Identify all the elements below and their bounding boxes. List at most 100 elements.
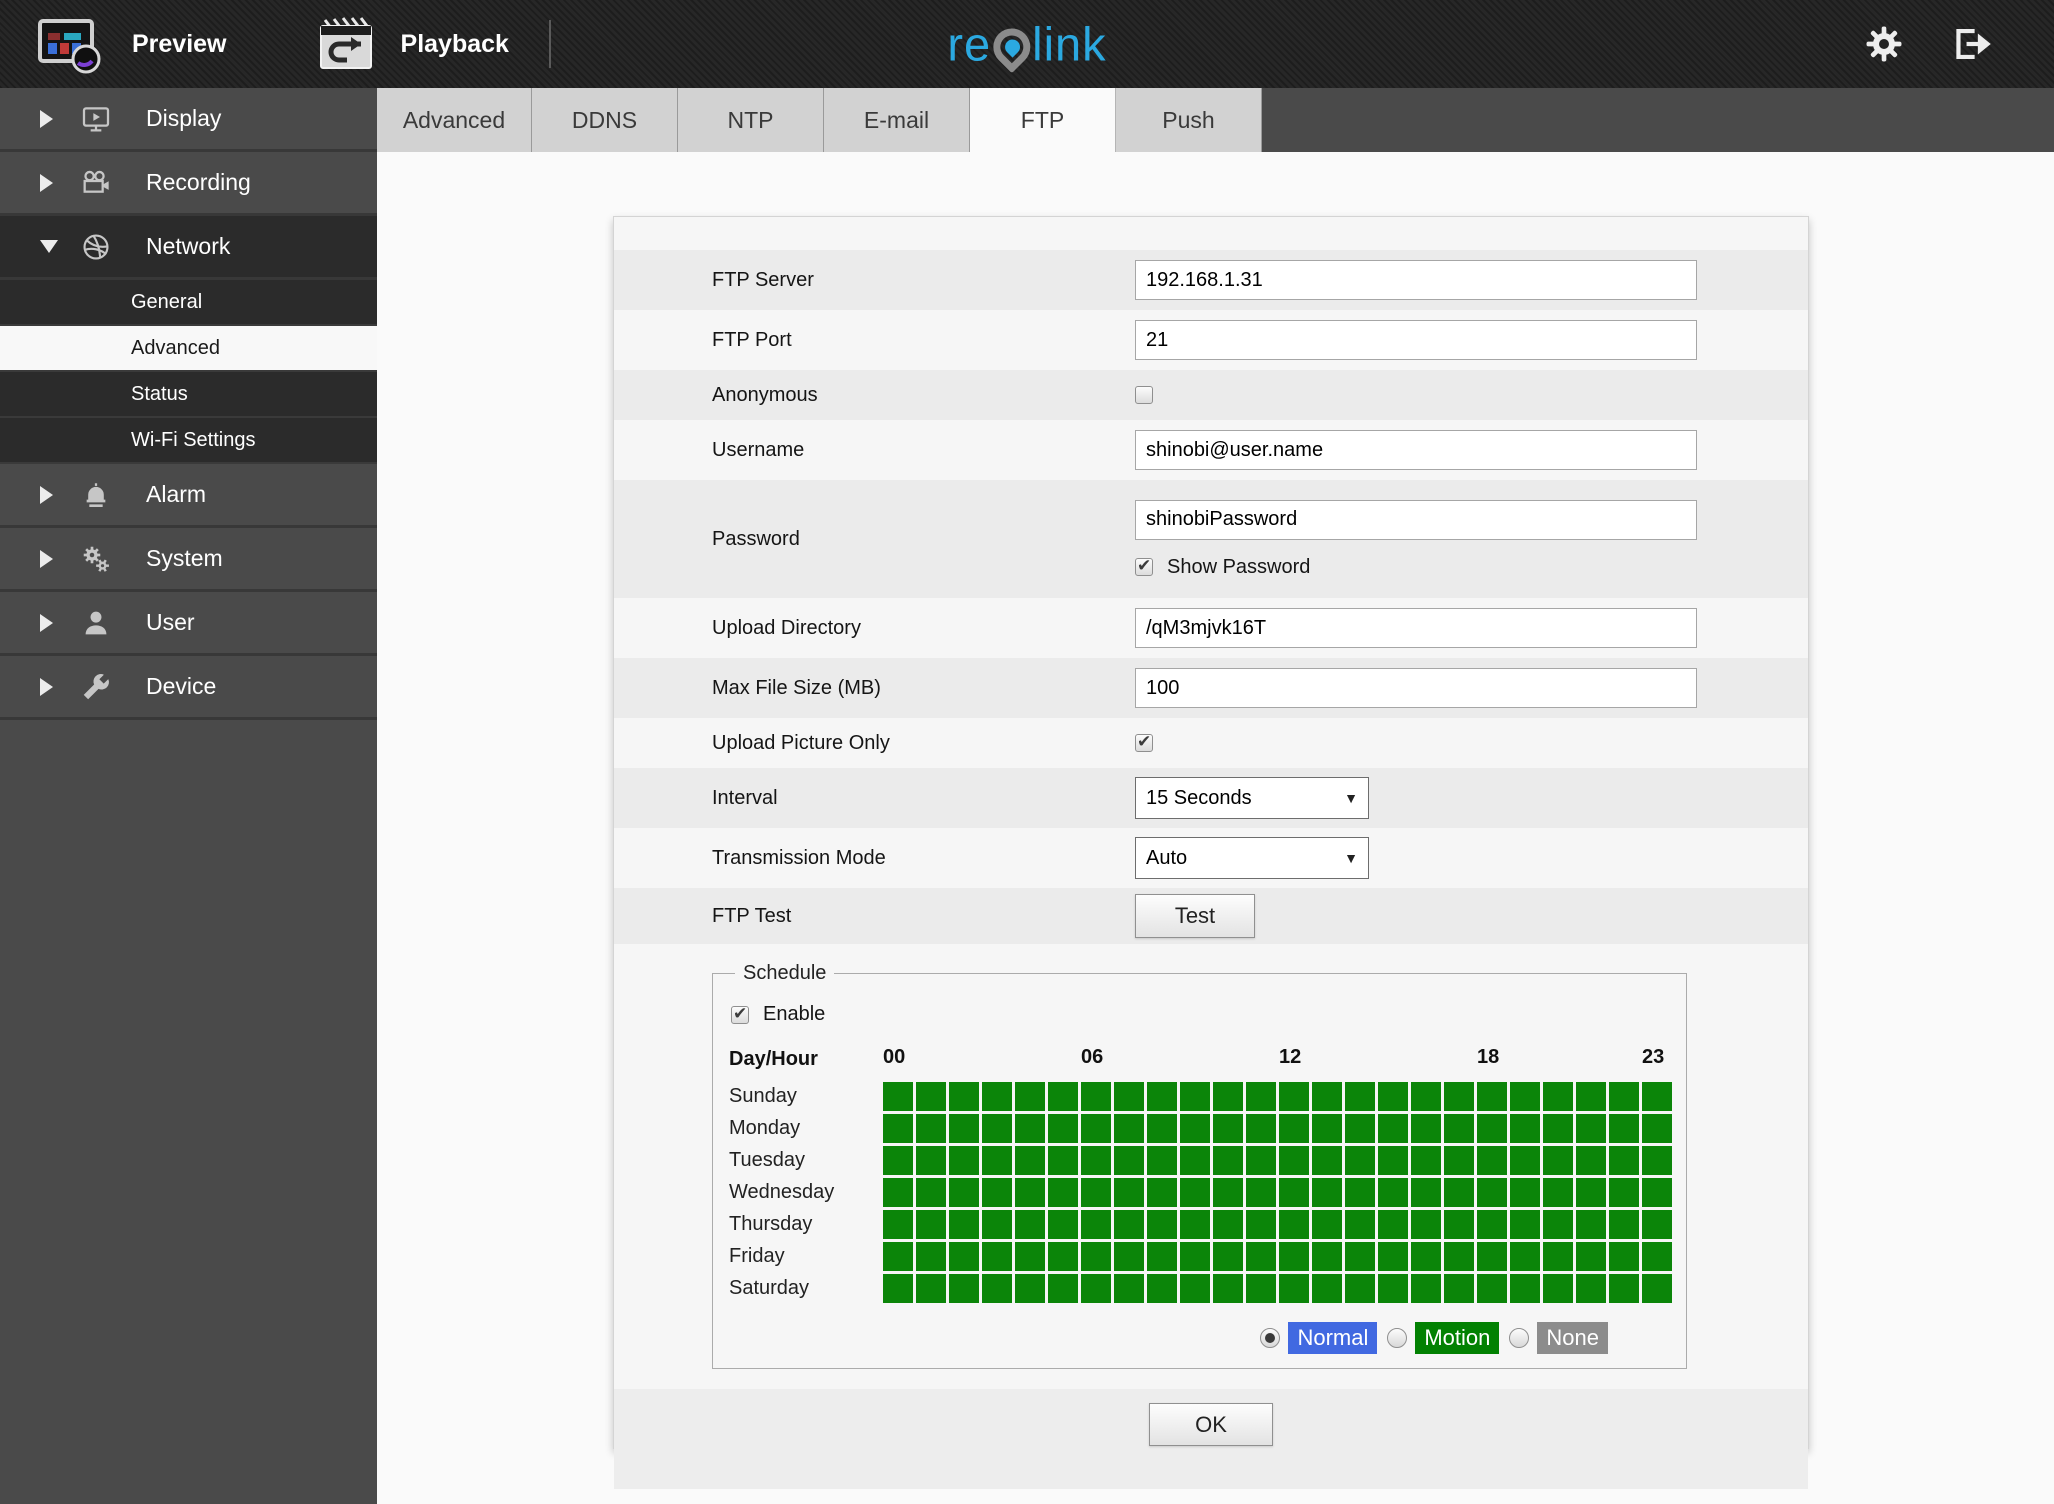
schedule-cell[interactable] [1576, 1274, 1606, 1303]
schedule-cell[interactable] [1180, 1242, 1210, 1271]
schedule-cell[interactable] [1015, 1146, 1045, 1175]
schedule-cell[interactable] [1444, 1210, 1474, 1239]
schedule-cell[interactable] [1312, 1114, 1342, 1143]
schedule-cell[interactable] [1477, 1114, 1507, 1143]
schedule-cell[interactable] [1147, 1178, 1177, 1207]
schedule-cell[interactable] [949, 1274, 979, 1303]
schedule-cell[interactable] [1279, 1178, 1309, 1207]
ftp-port-input[interactable] [1135, 320, 1697, 360]
schedule-cell[interactable] [1576, 1082, 1606, 1111]
mode-radio-none[interactable] [1509, 1328, 1530, 1348]
schedule-cell[interactable] [1642, 1178, 1672, 1207]
schedule-cell[interactable] [1180, 1082, 1210, 1111]
mode-label-none[interactable]: None [1537, 1322, 1608, 1354]
schedule-cell[interactable] [1147, 1210, 1177, 1239]
schedule-cell[interactable] [916, 1146, 946, 1175]
schedule-cell[interactable] [1543, 1146, 1573, 1175]
max-file-size-input[interactable] [1135, 668, 1697, 708]
schedule-cell[interactable] [1609, 1178, 1639, 1207]
schedule-cell[interactable] [1477, 1082, 1507, 1111]
logout-icon[interactable] [1952, 24, 1994, 64]
schedule-cell[interactable] [982, 1274, 1012, 1303]
schedule-cell[interactable] [982, 1210, 1012, 1239]
schedule-cell[interactable] [1444, 1082, 1474, 1111]
schedule-cell[interactable] [1114, 1146, 1144, 1175]
sidebar-item-advanced[interactable]: Advanced [0, 326, 377, 372]
schedule-cell[interactable] [982, 1242, 1012, 1271]
schedule-cell[interactable] [1444, 1274, 1474, 1303]
schedule-cell[interactable] [1444, 1242, 1474, 1271]
schedule-enable-checkbox[interactable] [731, 1004, 749, 1024]
schedule-cell[interactable] [1312, 1178, 1342, 1207]
schedule-cell[interactable] [1378, 1274, 1408, 1303]
schedule-cell[interactable] [1312, 1210, 1342, 1239]
schedule-cell[interactable] [949, 1242, 979, 1271]
schedule-cell[interactable] [1081, 1210, 1111, 1239]
schedule-cell[interactable] [1246, 1242, 1276, 1271]
schedule-cell[interactable] [1576, 1210, 1606, 1239]
schedule-cell[interactable] [1477, 1242, 1507, 1271]
schedule-cell[interactable] [1543, 1274, 1573, 1303]
schedule-cell[interactable] [1048, 1146, 1078, 1175]
username-input[interactable] [1135, 430, 1697, 470]
schedule-cell[interactable] [1081, 1242, 1111, 1271]
schedule-cell[interactable] [1081, 1114, 1111, 1143]
schedule-cell[interactable] [1147, 1114, 1177, 1143]
schedule-cell[interactable] [982, 1146, 1012, 1175]
schedule-cell[interactable] [1609, 1242, 1639, 1271]
mode-radio-motion[interactable] [1387, 1328, 1408, 1348]
ftp-server-input[interactable] [1135, 260, 1697, 300]
schedule-cell[interactable] [1477, 1210, 1507, 1239]
schedule-cell[interactable] [916, 1114, 946, 1143]
schedule-cell[interactable] [982, 1114, 1012, 1143]
schedule-cell[interactable] [1609, 1114, 1639, 1143]
schedule-cell[interactable] [1510, 1114, 1540, 1143]
interval-select[interactable]: 15 Seconds ▼ [1135, 777, 1369, 819]
schedule-cell[interactable] [1246, 1178, 1276, 1207]
schedule-cell[interactable] [1081, 1082, 1111, 1111]
schedule-cell[interactable] [1048, 1114, 1078, 1143]
schedule-cell[interactable] [1510, 1210, 1540, 1239]
schedule-cell[interactable] [1246, 1146, 1276, 1175]
schedule-cell[interactable] [916, 1178, 946, 1207]
schedule-cell[interactable] [1147, 1242, 1177, 1271]
schedule-cell[interactable] [883, 1242, 913, 1271]
schedule-cell[interactable] [1312, 1146, 1342, 1175]
schedule-cell[interactable] [1180, 1178, 1210, 1207]
mode-radio-normal[interactable] [1260, 1328, 1281, 1348]
schedule-cell[interactable] [1114, 1242, 1144, 1271]
schedule-cell[interactable] [1609, 1082, 1639, 1111]
schedule-cell[interactable] [1642, 1274, 1672, 1303]
sidebar-item-device[interactable]: Device [0, 656, 377, 720]
schedule-cell[interactable] [1576, 1114, 1606, 1143]
tab-ddns[interactable]: DDNS [532, 88, 678, 152]
mode-label-normal[interactable]: Normal [1288, 1322, 1378, 1354]
schedule-cell[interactable] [1048, 1082, 1078, 1111]
schedule-cell[interactable] [949, 1082, 979, 1111]
schedule-cell[interactable] [1015, 1082, 1045, 1111]
schedule-cell[interactable] [1180, 1274, 1210, 1303]
mode-label-motion[interactable]: Motion [1415, 1322, 1500, 1354]
schedule-cell[interactable] [982, 1178, 1012, 1207]
schedule-cell[interactable] [1543, 1114, 1573, 1143]
schedule-cell[interactable] [1543, 1082, 1573, 1111]
sidebar-item-display[interactable]: Display [0, 88, 377, 152]
upload-directory-input[interactable] [1135, 608, 1697, 648]
schedule-cell[interactable] [1279, 1114, 1309, 1143]
schedule-cell[interactable] [1576, 1242, 1606, 1271]
schedule-cell[interactable] [1345, 1146, 1375, 1175]
schedule-cell[interactable] [1543, 1210, 1573, 1239]
schedule-cell[interactable] [1213, 1114, 1243, 1143]
schedule-cell[interactable] [1444, 1146, 1474, 1175]
schedule-cell[interactable] [1378, 1082, 1408, 1111]
schedule-cell[interactable] [1642, 1146, 1672, 1175]
schedule-cell[interactable] [1048, 1242, 1078, 1271]
schedule-cell[interactable] [1411, 1274, 1441, 1303]
tab-ftp[interactable]: FTP [970, 88, 1116, 152]
schedule-cell[interactable] [916, 1210, 946, 1239]
upload-picture-only-checkbox[interactable] [1135, 732, 1153, 752]
schedule-cell[interactable] [1246, 1114, 1276, 1143]
schedule-cell[interactable] [1345, 1242, 1375, 1271]
schedule-cell[interactable] [949, 1146, 979, 1175]
schedule-cell[interactable] [1213, 1146, 1243, 1175]
